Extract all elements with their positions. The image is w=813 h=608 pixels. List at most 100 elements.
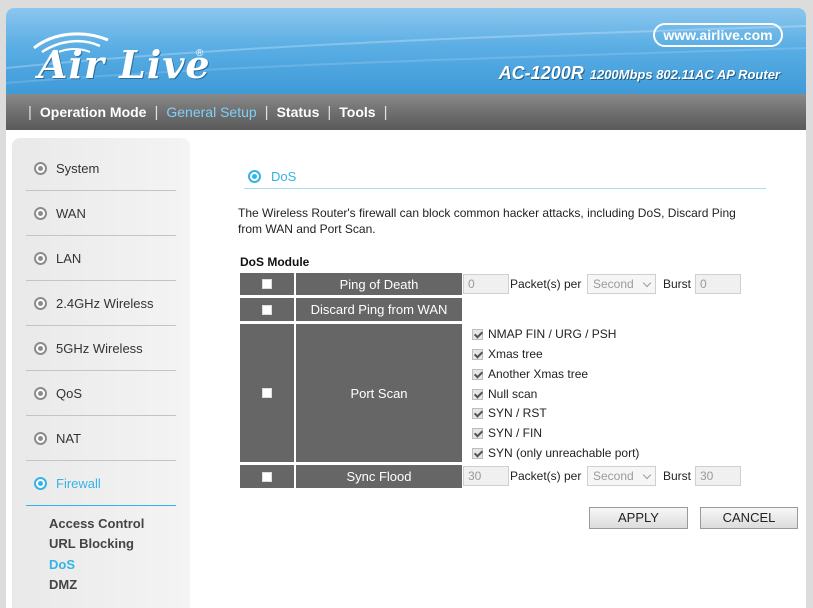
checkbox-checked-icon[interactable] [472, 447, 483, 459]
page-title: DoS [271, 168, 297, 184]
port-scan-checkbox-cell [240, 324, 294, 462]
nav-tools[interactable]: Tools [339, 104, 375, 120]
port-scan-option-null-scan[interactable]: Null scan [472, 384, 537, 404]
sidebar-item-label: QoS [56, 386, 83, 401]
sidebar-item-label: NAT [56, 431, 82, 446]
sidebar-sub-access-control[interactable]: Access Control [49, 516, 144, 531]
nav-separator: | [327, 103, 332, 121]
sidebar-item-24ghz-wireless[interactable]: 2.4GHz Wireless [26, 282, 176, 326]
sync-flood-checkbox-cell [240, 465, 294, 488]
header-banner: Air Live ® www.airlive.com AC-1200R 1200M… [6, 8, 806, 94]
nav-status[interactable]: Status [277, 104, 320, 120]
sidebar: System WAN LAN 2.4GHz Wireless 5GHz Wire… [12, 138, 190, 608]
sidebar-item-5ghz-wireless[interactable]: 5GHz Wireless [26, 327, 176, 371]
sync-flood-burst-label: Burst [663, 469, 692, 483]
select-value: Second [593, 277, 634, 291]
sidebar-item-firewall[interactable]: Firewall [26, 462, 176, 506]
port-scan-option-label: SYN / RST [488, 406, 547, 420]
bullet-icon [34, 477, 47, 490]
sidebar-item-system[interactable]: System [26, 147, 176, 191]
sync-flood-checkbox[interactable] [262, 471, 272, 482]
bullet-icon [34, 342, 47, 355]
sidebar-item-label: 5GHz Wireless [56, 341, 143, 356]
ping-of-death-checkbox[interactable] [262, 279, 272, 289]
ping-of-death-packets-input[interactable]: 0 [463, 274, 509, 294]
ping-of-death-per-label: Packet(s) per [510, 277, 582, 291]
sidebar-item-nat[interactable]: NAT [26, 417, 176, 461]
sidebar-item-label: WAN [56, 206, 86, 221]
nav-general-setup[interactable]: General Setup [166, 104, 256, 120]
ping-of-death-burst-input[interactable]: 0 [695, 274, 741, 294]
model-description: 1200Mbps 802.11AC AP Router [589, 67, 780, 82]
checkbox-checked-icon[interactable] [472, 388, 483, 400]
checkbox-checked-icon[interactable] [472, 348, 483, 360]
model-banner: AC-1200R 1200Mbps 802.11AC AP Router [499, 63, 780, 84]
bullet-icon [34, 432, 47, 445]
port-scan-option-another-xmas-tree[interactable]: Another Xmas tree [472, 364, 588, 384]
top-nav-bar: | Operation Mode | General Setup | Statu… [6, 94, 806, 130]
sync-flood-unit-select[interactable]: Second [587, 466, 656, 486]
sync-flood-packets-input[interactable]: 30 [463, 466, 509, 486]
sidebar-item-label: System [56, 161, 100, 176]
port-scan-option-label: NMAP FIN / URG / PSH [488, 327, 617, 341]
apply-button[interactable]: APPLY [589, 507, 688, 529]
chevron-down-icon [642, 470, 652, 480]
sync-flood-label: Sync Flood [346, 469, 412, 484]
sidebar-item-lan[interactable]: LAN [26, 237, 176, 281]
checkbox-checked-icon[interactable] [472, 328, 483, 340]
bullet-icon [34, 207, 47, 220]
bullet-icon [34, 252, 47, 265]
bullet-icon [34, 297, 47, 310]
sidebar-item-label: 2.4GHz Wireless [56, 296, 154, 311]
discard-ping-checkbox-cell [240, 298, 294, 321]
bullet-icon [34, 387, 47, 400]
port-scan-option-nmap[interactable]: NMAP FIN / URG / PSH [472, 324, 616, 344]
registered-mark: ® [196, 48, 204, 59]
router-admin-window: Air Live ® www.airlive.com AC-1200R 1200M… [6, 8, 806, 608]
checkbox-checked-icon[interactable] [472, 368, 483, 380]
port-scan-option-syn-fin[interactable]: SYN / FIN [472, 423, 542, 443]
port-scan-option-xmas-tree[interactable]: Xmas tree [472, 344, 543, 364]
chevron-down-icon [642, 278, 652, 288]
sidebar-sub-dos[interactable]: DoS [49, 557, 75, 572]
ping-of-death-label-cell: Ping of Death [296, 273, 462, 295]
nav-separator: | [383, 103, 388, 121]
ping-of-death-label: Ping of Death [339, 276, 419, 292]
bullet-icon [34, 162, 47, 175]
sync-flood-burst-input[interactable]: 30 [695, 466, 741, 486]
discard-ping-label: Discard Ping from WAN [310, 302, 448, 317]
page-description: The Wireless Router's firewall can block… [238, 206, 736, 236]
model-name: AC-1200R [498, 63, 584, 83]
ping-of-death-unit-select[interactable]: Second [587, 274, 656, 294]
ping-of-death-burst-label: Burst [663, 277, 692, 291]
checkbox-checked-icon[interactable] [472, 427, 483, 439]
discard-ping-checkbox[interactable] [262, 304, 272, 315]
ping-of-death-checkbox-cell [240, 273, 294, 295]
sidebar-item-wan[interactable]: WAN [26, 192, 176, 236]
dos-module-title: DoS Module [240, 255, 310, 269]
nav-separator: | [154, 103, 159, 121]
port-scan-option-label: SYN / FIN [488, 426, 543, 440]
port-scan-label: Port Scan [350, 385, 408, 401]
checkbox-checked-icon[interactable] [472, 407, 483, 419]
select-value: Second [593, 469, 634, 483]
port-scan-label-cell: Port Scan [296, 324, 462, 462]
sidebar-item-qos[interactable]: QoS [26, 372, 176, 416]
sidebar-sub-dmz[interactable]: DMZ [49, 577, 77, 592]
cancel-button[interactable]: CANCEL [700, 507, 798, 529]
port-scan-option-label: SYN (only unreachable port) [488, 446, 640, 460]
section-header: DoS [244, 164, 766, 189]
nav-operation-mode[interactable]: Operation Mode [40, 104, 147, 120]
sync-flood-per-label: Packet(s) per [510, 469, 582, 483]
port-scan-option-label: Xmas tree [488, 347, 543, 361]
nav-separator: | [28, 103, 32, 121]
website-link[interactable]: www.airlive.com [653, 23, 783, 47]
port-scan-option-syn-unreachable[interactable]: SYN (only unreachable port) [472, 443, 639, 463]
nav-separator: | [264, 103, 269, 121]
sidebar-item-label: Firewall [56, 476, 101, 491]
sidebar-item-label: LAN [56, 251, 82, 266]
port-scan-option-syn-rst[interactable]: SYN / RST [472, 403, 547, 423]
discard-ping-label-cell: Discard Ping from WAN [296, 298, 462, 321]
sidebar-sub-url-blocking[interactable]: URL Blocking [49, 536, 134, 551]
port-scan-checkbox[interactable] [262, 388, 272, 398]
